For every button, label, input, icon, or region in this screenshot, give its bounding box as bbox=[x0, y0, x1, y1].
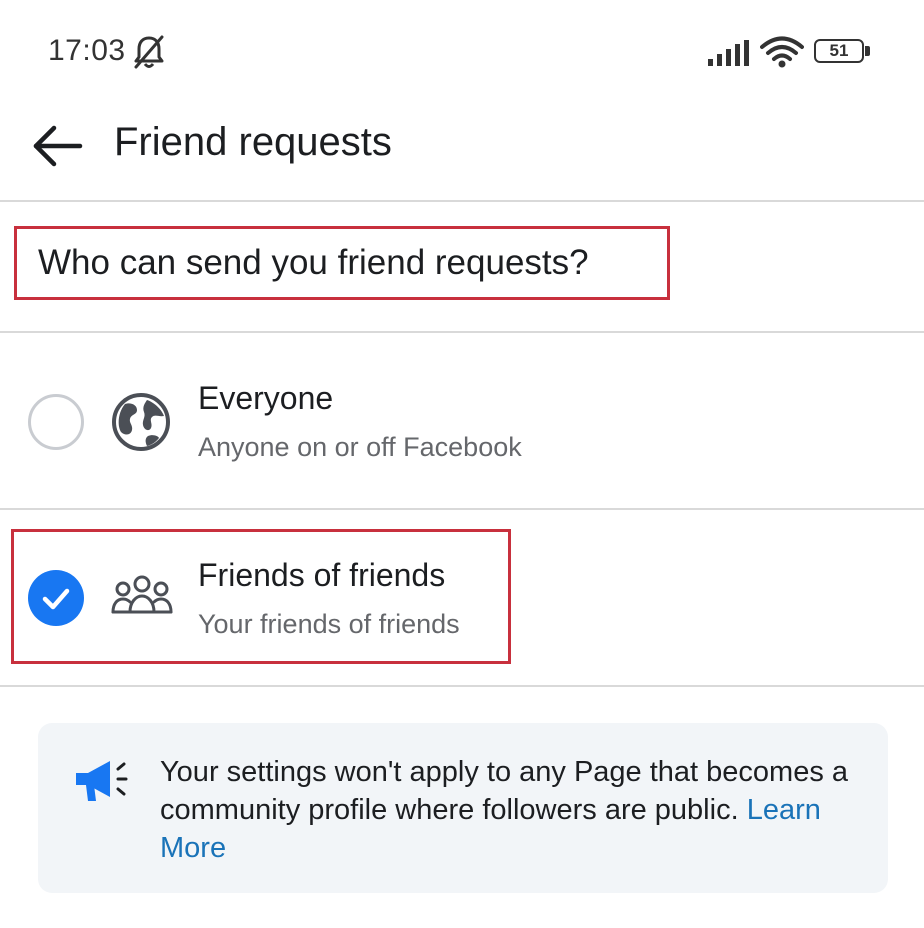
option-subtitle: Your friends of friends bbox=[198, 609, 460, 639]
bell-muted-icon bbox=[134, 35, 164, 69]
option-title: Friends of friends bbox=[198, 557, 446, 593]
info-message: Your settings won't apply to any Page th… bbox=[160, 756, 849, 826]
radio-everyone[interactable] bbox=[28, 394, 84, 450]
divider bbox=[0, 685, 924, 687]
battery-level: 51 bbox=[829, 41, 849, 60]
page-title: Friend requests bbox=[114, 120, 392, 164]
people-icon bbox=[111, 575, 173, 614]
info-text: Your settings won't apply to any Page th… bbox=[160, 753, 860, 867]
checkmark-icon bbox=[42, 588, 70, 610]
status-time: 17:03 bbox=[48, 34, 126, 67]
status-bar: 17:03 51 bbox=[0, 0, 924, 100]
signal-icon bbox=[708, 40, 749, 66]
app-header: Friend requests bbox=[0, 100, 924, 200]
radio-friends-of-friends[interactable] bbox=[28, 570, 84, 626]
divider bbox=[0, 508, 924, 510]
back-arrow-icon bbox=[33, 125, 83, 167]
option-title: Everyone bbox=[198, 380, 334, 416]
section-question: Who can send you friend requests? bbox=[38, 243, 589, 282]
option-subtitle: Anyone on or off Facebook bbox=[198, 432, 522, 462]
divider bbox=[0, 331, 924, 333]
divider bbox=[0, 200, 924, 202]
back-button[interactable] bbox=[30, 118, 86, 174]
wifi-icon bbox=[760, 36, 804, 68]
globe-icon bbox=[112, 393, 170, 451]
option-highlight bbox=[11, 529, 511, 664]
info-card: Your settings won't apply to any Page th… bbox=[38, 723, 888, 893]
megaphone-icon bbox=[76, 761, 128, 801]
